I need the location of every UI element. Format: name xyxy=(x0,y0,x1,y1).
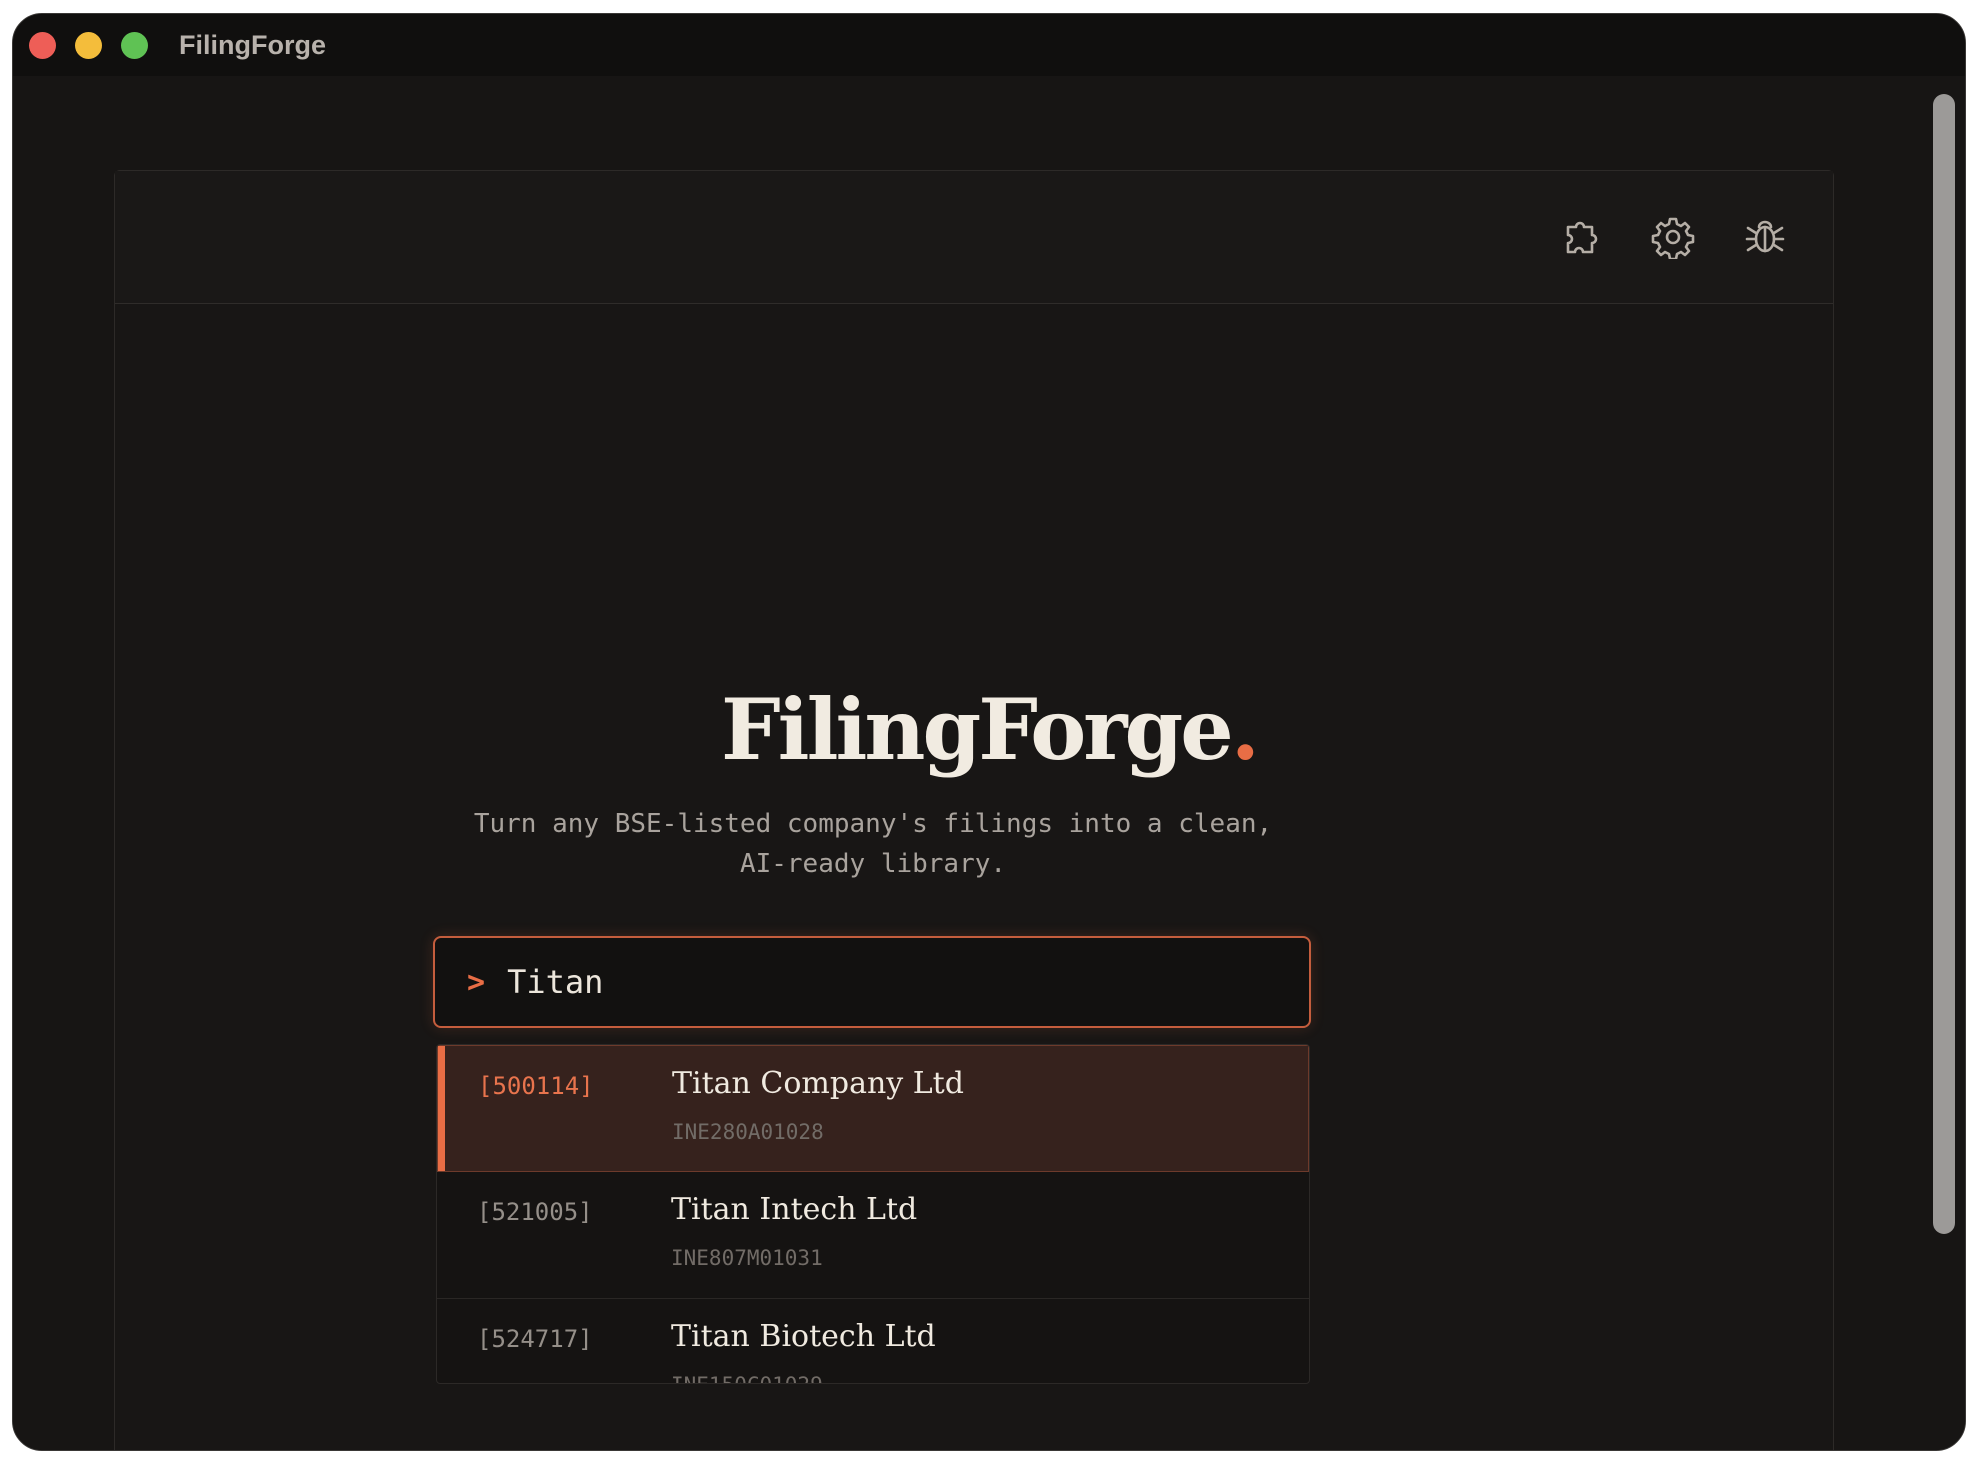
gear-icon xyxy=(1651,217,1695,259)
search-box[interactable]: > xyxy=(433,936,1311,1028)
plugin-button[interactable] xyxy=(1557,213,1605,261)
tagline-line-2: AI-ready library. xyxy=(739,849,1007,879)
brand-heading: FilingForge. xyxy=(13,680,1965,780)
tagline-line-1: Turn any BSE-listed company's filings in… xyxy=(473,809,1273,839)
brand-name: FilingForge xyxy=(721,680,1234,779)
minimize-window-button[interactable] xyxy=(75,32,102,59)
scrollbar-thumb[interactable] xyxy=(1933,94,1955,1234)
result-code: [500114] xyxy=(478,1072,594,1100)
main-content: FilingForge. Turn any BSE-listed company… xyxy=(13,76,1965,1450)
result-item-titan-company[interactable]: [500114] Titan Company Ltd INE280A01028 xyxy=(437,1045,1309,1172)
result-item-titan-intech[interactable]: [521005] Titan Intech Ltd INE807M01031 xyxy=(437,1172,1309,1299)
result-code: [524717] xyxy=(477,1325,593,1353)
result-item-titan-biotech[interactable]: [524717] Titan Biotech Ltd INE150C01029 xyxy=(437,1299,1309,1383)
result-name: Titan Company Ltd xyxy=(672,1066,964,1101)
brand-dot: . xyxy=(1230,680,1260,779)
window-title: FilingForge xyxy=(179,30,326,60)
debug-button[interactable] xyxy=(1741,213,1789,261)
title-bar: FilingForge xyxy=(13,14,1965,76)
result-isin: INE150C01029 xyxy=(671,1373,823,1383)
result-isin: INE280A01028 xyxy=(672,1120,824,1144)
result-code: [521005] xyxy=(477,1198,593,1226)
close-window-button[interactable] xyxy=(29,32,56,59)
result-name: Titan Intech Ltd xyxy=(671,1192,918,1227)
maximize-window-button[interactable] xyxy=(121,32,148,59)
search-input[interactable] xyxy=(507,963,1309,1001)
panel-header xyxy=(115,171,1833,304)
result-isin: INE807M01031 xyxy=(671,1246,823,1270)
prompt-chevron-icon: > xyxy=(467,964,486,1000)
search-results-list: [500114] Titan Company Ltd INE280A01028 … xyxy=(436,1044,1310,1384)
settings-button[interactable] xyxy=(1649,213,1697,261)
bug-icon xyxy=(1745,220,1785,253)
app-window: FilingForge FilingForge. Turn any BSE-li… xyxy=(12,13,1966,1451)
plugin-icon xyxy=(1566,221,1598,254)
tagline: Turn any BSE-listed company's filings in… xyxy=(393,804,1353,884)
result-name: Titan Biotech Ltd xyxy=(671,1319,936,1354)
